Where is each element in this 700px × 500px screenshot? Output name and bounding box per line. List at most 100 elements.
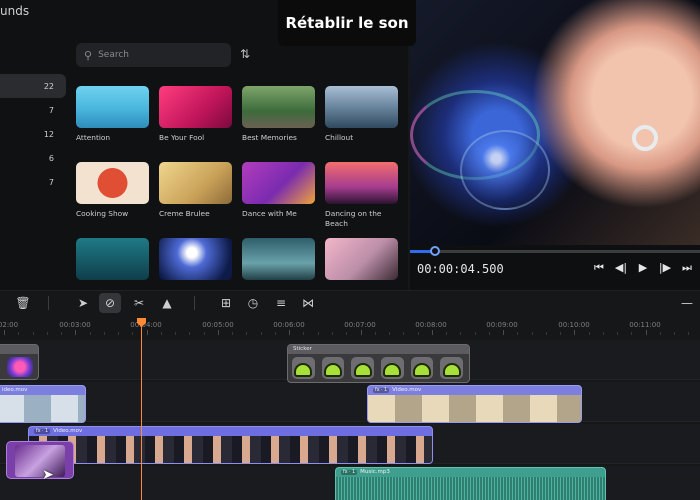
play-icon[interactable]: ▶: [636, 261, 650, 275]
select-pointer-icon[interactable]: ➤: [72, 293, 94, 313]
ruler-major-tick: [217, 330, 219, 335]
ruler-major-tick: [360, 330, 362, 335]
clip-filmstrip: [0, 395, 85, 422]
ruler-minor-tick: [160, 332, 162, 335]
crop-icon[interactable]: ⊞: [215, 293, 237, 313]
zoom-out-icon[interactable]: —: [676, 293, 698, 313]
dragged-clip[interactable]: [6, 441, 74, 479]
adjust-icon[interactable]: ≡: [270, 293, 292, 313]
transition-icon[interactable]: ⋈: [297, 293, 319, 313]
clip-label: fx · 1 Video.mov: [368, 386, 581, 395]
ruler-minor-tick: [659, 332, 661, 335]
ruler-minor-tick: [61, 332, 63, 335]
category-item[interactable]: 12: [0, 122, 66, 146]
ruler-label: 00:08:00: [415, 321, 447, 329]
video-clip[interactable]: fx · 1 Video.mov: [28, 426, 433, 464]
search-icon: ⚲: [84, 48, 93, 62]
fx-badge: fx · 1: [34, 429, 51, 434]
ruler-minor-tick: [103, 332, 105, 335]
sound-tile[interactable]: Chillout: [325, 86, 398, 143]
ruler-minor-tick: [688, 332, 690, 335]
tile-thumbnail: [159, 162, 232, 204]
playhead[interactable]: [141, 322, 142, 500]
category-count: 7: [48, 105, 54, 115]
ruler-major-tick: [574, 330, 576, 335]
disable-icon[interactable]: ⊘: [99, 293, 121, 313]
ruler-label: 00:11:00: [629, 321, 661, 329]
sticker-thumbnail: [7, 357, 33, 377]
sticker-icon: [321, 357, 345, 379]
sticker-icon: [292, 357, 315, 379]
sound-tile[interactable]: [242, 238, 315, 285]
video-clip[interactable]: fx · 1 Video.mov: [367, 385, 582, 423]
ruler-minor-tick: [317, 332, 319, 335]
search-input[interactable]: ⚲ Search: [76, 43, 231, 67]
speed-icon[interactable]: ◷: [242, 293, 264, 313]
category-item[interactable]: 6: [0, 146, 66, 170]
tile-name: Dance with Me: [242, 209, 297, 218]
sound-tile[interactable]: Best Memories: [242, 86, 315, 143]
category-item[interactable]: 7: [0, 170, 66, 194]
step-forward-icon[interactable]: |▶: [658, 261, 672, 275]
ruler-minor-tick: [517, 332, 519, 335]
ruler-label: 02:00: [0, 321, 19, 329]
category-count: 7: [48, 177, 54, 187]
scissors-icon[interactable]: ✂: [128, 293, 150, 313]
ruler-minor-tick: [175, 332, 177, 335]
video-frame[interactable]: [410, 0, 700, 245]
shield-icon[interactable]: ▲: [156, 293, 178, 313]
sound-tile[interactable]: Be Your Fool: [159, 86, 232, 143]
sound-tile[interactable]: [76, 238, 149, 285]
clip-name: Video.mov: [53, 428, 83, 434]
sticker-icon: [351, 357, 375, 379]
category-count: 22: [43, 81, 54, 91]
sound-tile[interactable]: Cooking Show: [76, 162, 149, 219]
sound-tile[interactable]: [159, 238, 232, 285]
ruler-minor-tick: [545, 332, 547, 335]
ruler-minor-tick: [588, 332, 590, 335]
ruler-minor-tick: [32, 332, 34, 335]
ruler-minor-tick: [403, 332, 405, 335]
track-lane: [0, 382, 700, 422]
ruler-minor-tick: [389, 332, 391, 335]
category-item[interactable]: 7: [0, 98, 66, 122]
sound-tile[interactable]: Attention: [76, 86, 149, 143]
ruler-label: 00:07:00: [344, 321, 376, 329]
skip-end-icon[interactable]: ⏭: [680, 261, 694, 275]
category-item[interactable]: 22: [0, 74, 66, 98]
search-placeholder: Search: [98, 50, 129, 60]
ruler-minor-tick: [46, 332, 48, 335]
ruler-major-tick: [503, 330, 505, 335]
playback-scrubber[interactable]: [410, 246, 700, 256]
clip-label: ideo.mov: [2, 387, 28, 393]
tile-name: Creme Brulee: [159, 209, 210, 218]
fx-badge: fx · 1: [373, 388, 390, 393]
timeline-toolbar: 🗑 ➤ ⊘ ✂ ▲ ⊞ ◷ ≡ ⋈ —: [0, 290, 700, 314]
sound-tile[interactable]: Dance with Me: [242, 162, 315, 219]
delete-icon[interactable]: 🗑: [12, 293, 34, 313]
ruler-minor-tick: [189, 332, 191, 335]
sound-tile[interactable]: Creme Brulee: [159, 162, 232, 219]
sound-tile[interactable]: [325, 238, 398, 285]
sticker-clip[interactable]: Sticker: [287, 344, 470, 383]
video-clip[interactable]: ideo.mov: [0, 385, 86, 423]
skip-start-icon[interactable]: ⏮: [592, 261, 606, 275]
step-back-icon[interactable]: ◀​|: [614, 261, 628, 275]
clip-filmstrip: [368, 395, 581, 422]
sort-icon[interactable]: ⇅: [240, 47, 250, 61]
ruler-minor-tick: [303, 332, 305, 335]
ruler-label: 00:06:00: [273, 321, 305, 329]
scrubber-handle[interactable]: [429, 246, 440, 256]
timeline-ruler[interactable]: 02:00 00:03:00 00:04:00 00:05:00 00:06:0…: [0, 316, 700, 338]
audio-clip[interactable]: fx · 1 Music.mp3: [335, 467, 606, 500]
ruler-minor-tick: [18, 332, 20, 335]
tile-name: Chillout: [325, 133, 354, 142]
sticker-clip[interactable]: [0, 344, 39, 380]
clip-thumbnail: [15, 445, 65, 477]
tile-thumbnail: [76, 238, 149, 280]
toolbar-divider: [48, 296, 49, 310]
clip-label: fx · 1 Video.mov: [29, 427, 432, 436]
ruler-minor-tick: [346, 332, 348, 335]
sound-tile[interactable]: Dancing on the Beach: [325, 162, 398, 229]
category-count: 12: [43, 129, 54, 139]
